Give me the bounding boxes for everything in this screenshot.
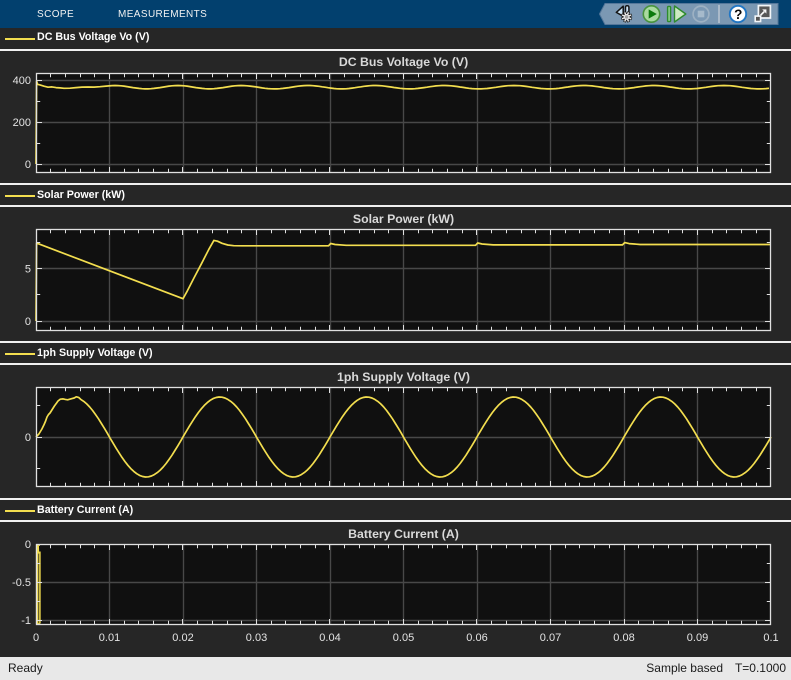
- svg-text:0.03: 0.03: [246, 632, 267, 644]
- svg-text:-0.5: -0.5: [12, 577, 31, 589]
- svg-text:5: 5: [25, 264, 31, 276]
- svg-text:200: 200: [13, 117, 31, 129]
- svg-text:0: 0: [25, 539, 31, 551]
- svg-text:0: 0: [25, 316, 31, 328]
- svg-text:0.02: 0.02: [172, 632, 193, 644]
- svg-text:0: 0: [25, 432, 31, 444]
- svg-text:0.07: 0.07: [540, 632, 561, 644]
- svg-text:0: 0: [33, 632, 39, 644]
- svg-text:-1: -1: [21, 615, 31, 627]
- svg-text:0: 0: [25, 159, 31, 171]
- svg-text:0.08: 0.08: [613, 632, 634, 644]
- svg-text:0.04: 0.04: [319, 632, 340, 644]
- svg-text:0.09: 0.09: [687, 632, 708, 644]
- svg-text:0.1: 0.1: [763, 632, 778, 644]
- svg-text:0.05: 0.05: [393, 632, 414, 644]
- svg-text:400: 400: [13, 75, 31, 87]
- svg-text:0.06: 0.06: [466, 632, 487, 644]
- svg-text:?: ?: [734, 7, 742, 22]
- svg-text:0.01: 0.01: [99, 632, 120, 644]
